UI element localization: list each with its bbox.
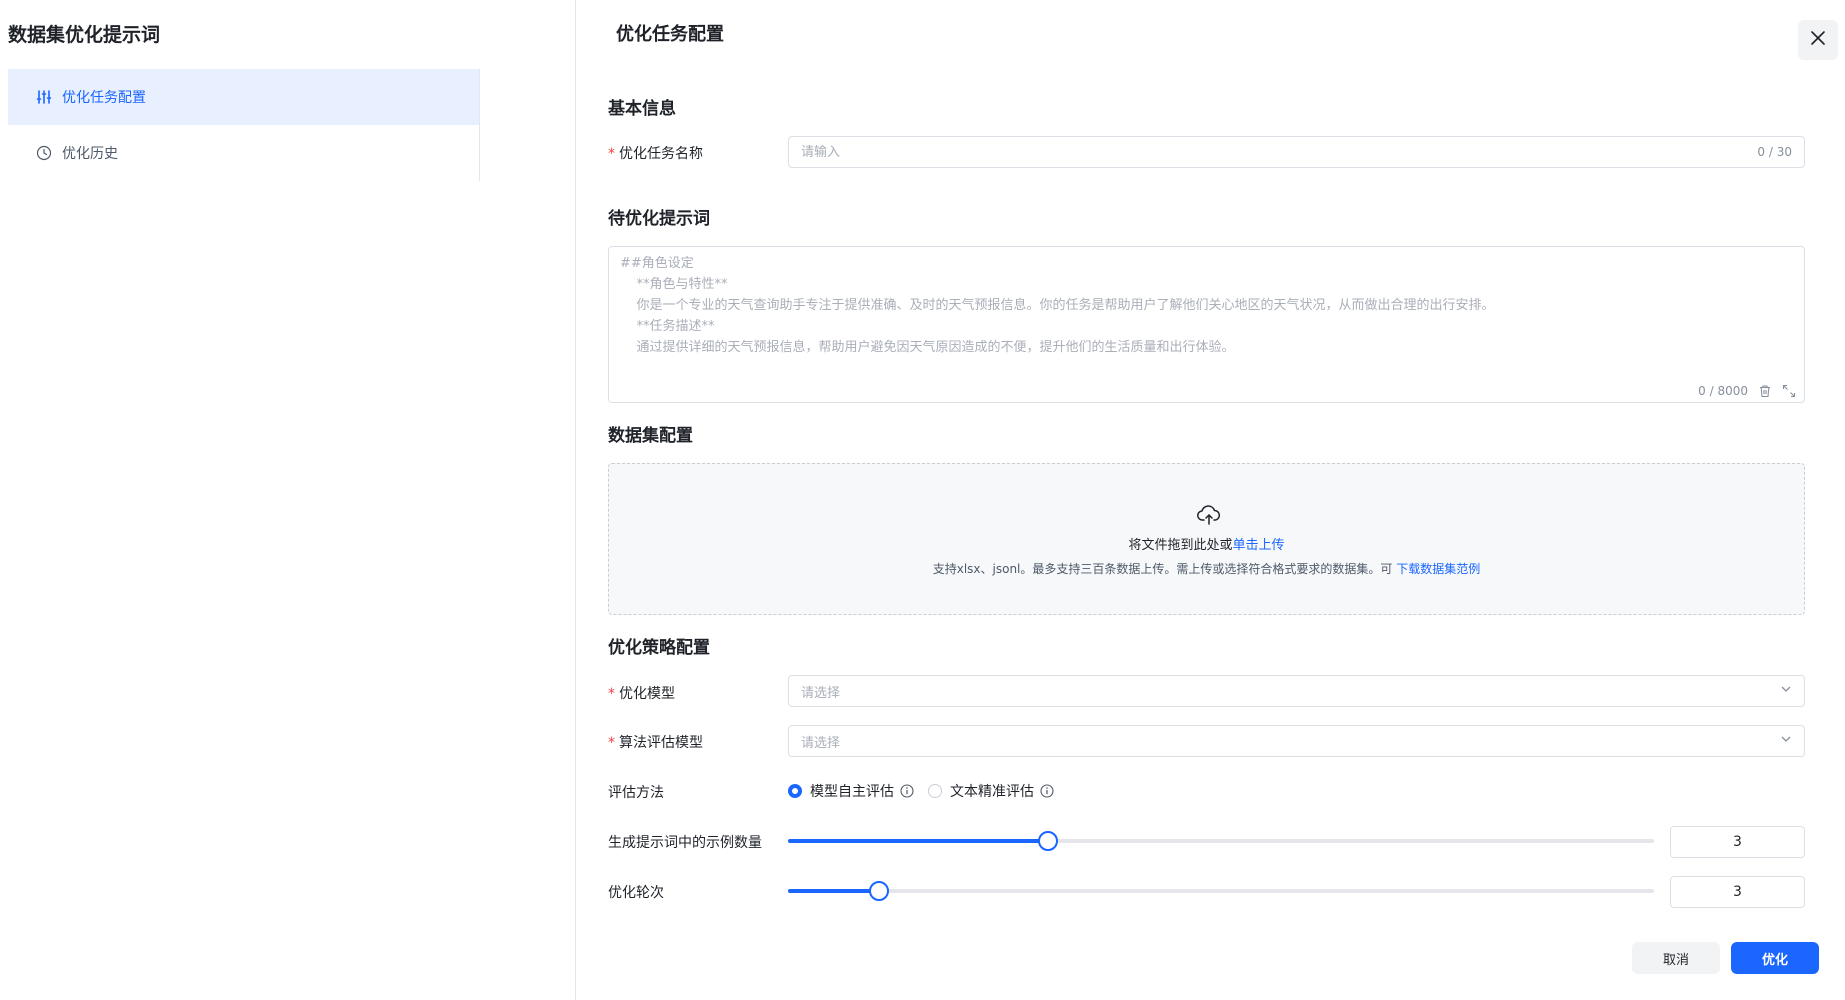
dataset-upload-dropzone[interactable]: 将文件拖到此处或单击上传 支持xlsx、jsonl。最多支持三百条数据上传。需上… [608, 463, 1805, 615]
info-icon[interactable] [1040, 784, 1054, 798]
examples-count-slider[interactable] [788, 831, 1654, 851]
rounds-input[interactable]: 3 [1670, 876, 1805, 908]
task-name-field[interactable]: 0 / 30 [788, 136, 1805, 168]
sidebar-item-history[interactable]: 优化历史 [8, 125, 479, 181]
radio-selected-indicator [788, 784, 802, 798]
slider-fill [788, 889, 879, 893]
info-icon[interactable] [900, 784, 914, 798]
close-button[interactable] [1798, 20, 1838, 60]
expand-icon[interactable] [1782, 384, 1796, 398]
task-name-input[interactable] [801, 144, 1758, 160]
model-select[interactable]: 请选择 [788, 675, 1805, 707]
prompt-textarea[interactable]: ##角色设定 **角色与特性** 你是一个专业的天气查询助手专注于提供准确、及时… [608, 246, 1805, 403]
trash-icon[interactable] [1758, 384, 1772, 398]
section-title-strategy: 优化策略配置 [608, 638, 710, 658]
radio-label: 模型自主评估 [810, 784, 894, 800]
upload-link[interactable]: 单击上传 [1233, 538, 1285, 553]
model-label: * 优化模型 [608, 686, 675, 702]
examples-count-input[interactable]: 3 [1670, 826, 1805, 858]
rounds-label: 优化轮次 [608, 885, 664, 901]
model-select-placeholder: 请选择 [801, 685, 841, 701]
eval-model-label: * 算法评估模型 [608, 735, 703, 751]
sidebar-title: 数据集优化提示词 [8, 24, 161, 46]
section-title-dataset: 数据集配置 [608, 426, 693, 446]
task-name-label: * 优化任务名称 [608, 146, 703, 162]
prompt-placeholder: ##角色设定 **角色与特性** 你是一个专业的天气查询助手专注于提供准确、及时… [620, 256, 1495, 355]
download-sample-link[interactable]: 下载数据集范例 [1396, 562, 1480, 576]
close-icon [1810, 30, 1826, 50]
eval-model-select[interactable]: 请选择 [788, 725, 1805, 757]
sidebar-nav: 优化任务配置 优化历史 [8, 69, 480, 181]
eval-method-label: 评估方法 [608, 785, 664, 801]
radio-model-self-eval[interactable]: 模型自主评估 [788, 781, 914, 801]
section-title-prompt: 待优化提示词 [608, 209, 710, 229]
clock-icon [36, 145, 52, 161]
eval-method-radio-group: 模型自主评估 文本精准评估 [788, 781, 1068, 801]
upload-hint: 支持xlsx、jsonl。最多支持三百条数据上传。需上传或选择符合格式要求的数据… [932, 562, 1481, 576]
sidebar-item-label: 优化历史 [62, 146, 118, 162]
required-mark: * [608, 735, 615, 751]
optimize-button[interactable]: 优化 [1731, 942, 1819, 974]
sidebar-item-task-config[interactable]: 优化任务配置 [8, 69, 479, 125]
textarea-footer: 0 / 8000 [1698, 384, 1796, 398]
sliders-icon [36, 89, 52, 105]
prompt-counter: 0 / 8000 [1698, 384, 1748, 398]
upload-instruction: 将文件拖到此处或单击上传 [1128, 538, 1285, 553]
page-title: 优化任务配置 [616, 24, 724, 45]
cloud-upload-icon [1197, 504, 1221, 526]
rounds-slider[interactable] [788, 881, 1654, 901]
chevron-down-icon [1780, 683, 1792, 699]
sidebar-item-label: 优化任务配置 [62, 90, 146, 106]
required-mark: * [608, 146, 615, 162]
cancel-button[interactable]: 取消 [1632, 942, 1720, 974]
radio-text-precise-eval[interactable]: 文本精准评估 [928, 781, 1054, 801]
chevron-down-icon [1780, 733, 1792, 749]
examples-count-label: 生成提示词中的示例数量 [608, 835, 762, 851]
slider-fill [788, 839, 1048, 843]
required-mark: * [608, 686, 615, 702]
section-title-basic-info: 基本信息 [608, 99, 676, 119]
task-name-counter: 0 / 30 [1757, 145, 1792, 159]
radio-label: 文本精准评估 [950, 784, 1034, 800]
eval-model-select-placeholder: 请选择 [801, 735, 841, 751]
radio-unselected-indicator [928, 784, 942, 798]
sidebar: 数据集优化提示词 优化任务配置 优化历史 [0, 0, 576, 1000]
slider-thumb[interactable] [1037, 831, 1058, 851]
slider-thumb[interactable] [868, 881, 889, 901]
